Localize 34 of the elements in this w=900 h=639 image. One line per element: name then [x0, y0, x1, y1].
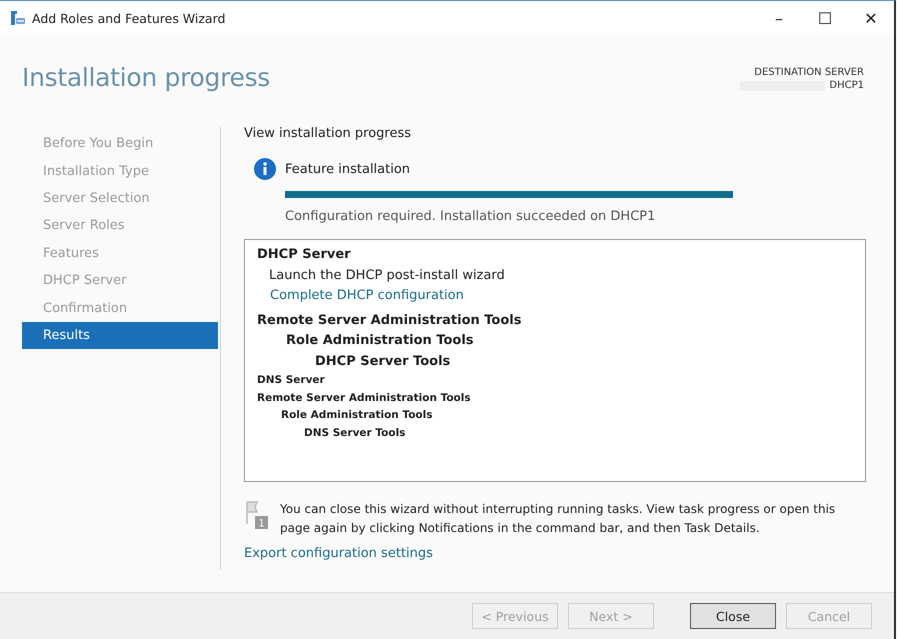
notice-text: You can close this wizard without interrupting running tasks. View task progress or open this page again by clicking Notifications in the command bar, and then Task Details.: [280, 501, 836, 538]
destination-label: DESTINATION SERVER: [754, 67, 864, 78]
wizard-step[interactable]: Installation Type: [22, 158, 218, 185]
status-title: Feature installation: [285, 162, 410, 177]
result-item: DNS Server: [257, 373, 325, 388]
page-title: Installation progress: [22, 63, 270, 94]
result-item: Launch the DHCP post-install wizard: [268, 266, 505, 285]
wizard-step[interactable]: Features: [22, 240, 218, 268]
maximize-button[interactable]: ☐: [802, 1, 848, 35]
wizard-step[interactable]: Before You Begin: [22, 130, 218, 158]
result-item: Remote Server Administration Tools: [257, 390, 471, 406]
minimize-button[interactable]: –: [756, 1, 802, 35]
close-button[interactable]: Close: [690, 603, 776, 630]
result-item: Role Administration Tools: [285, 332, 474, 350]
close-button[interactable]: ✕: [848, 1, 894, 35]
result-item: DHCP Server: [257, 246, 351, 264]
wizard-step[interactable]: Results: [22, 322, 218, 350]
section-heading: View installation progress: [244, 126, 412, 142]
destination-server: DHCP1: [740, 81, 864, 91]
result-item: DHCP Server Tools: [314, 352, 450, 371]
notification-count: 1: [258, 518, 265, 530]
info-icon: [254, 158, 276, 180]
export-link[interactable]: Export configuration settings: [244, 546, 433, 562]
app-icon: [10, 10, 26, 26]
wizard-step[interactable]: Server Roles: [22, 212, 218, 240]
window-title: Add Roles and Features Wizard: [32, 10, 226, 26]
wizard-step[interactable]: Confirmation: [22, 294, 218, 322]
wizard-step[interactable]: Server Selection: [22, 184, 218, 212]
status-message: Configuration required. Installation succeeded on DHCP1: [285, 209, 656, 224]
result-item: DNS Server Tools: [303, 426, 406, 441]
wizard-step[interactable]: DHCP Server: [22, 267, 218, 295]
configuration-link[interactable]: Complete DHCP configuration: [260, 286, 464, 307]
result-item: Role Administration Tools: [280, 408, 432, 424]
result-item: Remote Server Administration Tools: [257, 312, 522, 330]
